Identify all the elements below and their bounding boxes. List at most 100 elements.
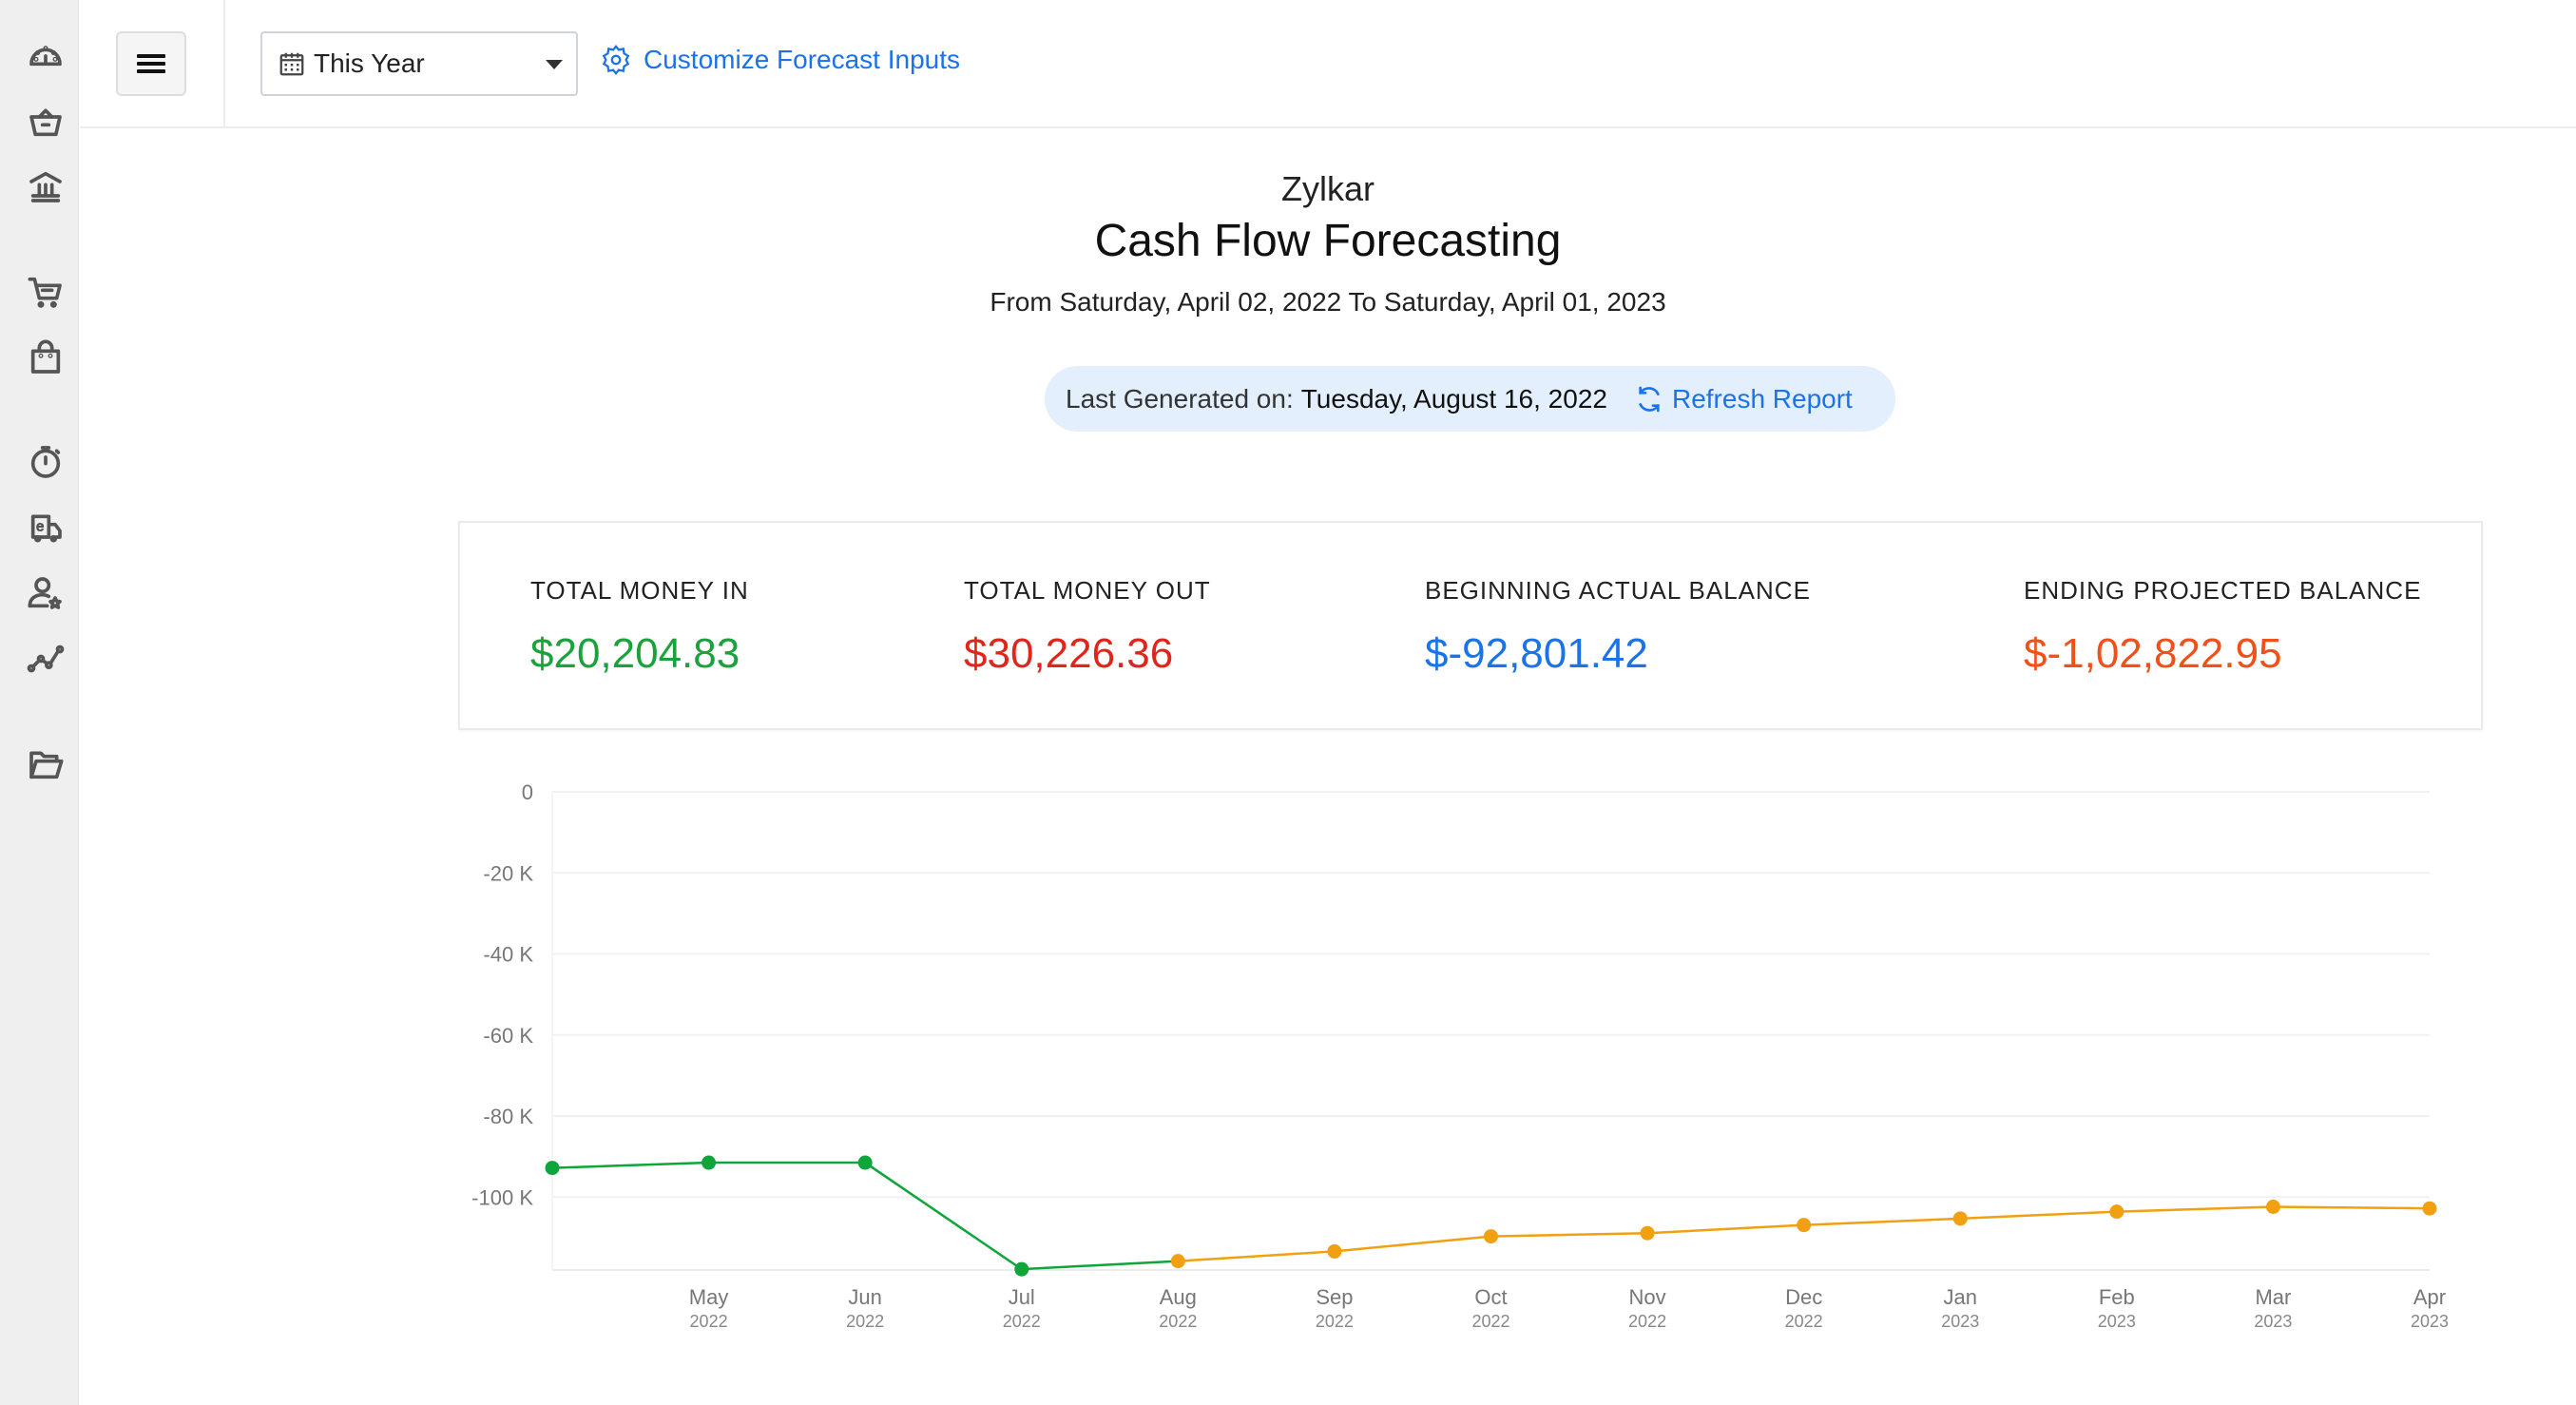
y-tick-label: -80 K	[483, 1105, 533, 1128]
x-tick-month: Aug	[1160, 1285, 1197, 1309]
series-line-actual	[551, 1161, 1179, 1271]
cart-icon	[28, 277, 62, 308]
report-date-range: From Saturday, April 02, 2022 To Saturda…	[990, 287, 1666, 317]
header-divider	[223, 0, 225, 128]
customize-forecast-inputs-label: Customize Forecast Inputs	[644, 45, 961, 74]
metric-total-money-in: TOTAL MONEY IN $20,204.83	[530, 576, 749, 678]
sidebar: e	[0, 0, 79, 1405]
line-chart-icon	[27, 645, 65, 673]
metric-label: TOTAL MONEY OUT	[964, 576, 1211, 605]
x-tick-year: 2022	[1471, 1312, 1509, 1331]
period-select-value: This Year	[314, 48, 425, 78]
data-point	[1640, 1225, 1655, 1241]
data-point	[702, 1155, 717, 1170]
svg-text:e: e	[36, 518, 44, 534]
top-toolbar: This Year Customize Forecast Inputs	[80, 0, 2576, 128]
metric-label: ENDING PROJECTED BALANCE	[2024, 576, 2422, 605]
x-tick-year: 2023	[2254, 1312, 2292, 1331]
x-tick-month: Dec	[1785, 1285, 1822, 1309]
gear-icon	[602, 45, 630, 75]
x-tick-month: Jul	[1009, 1285, 1035, 1309]
x-tick-month: May	[689, 1285, 729, 1309]
sidebar-item-items[interactable]	[23, 335, 68, 380]
basket-icon	[29, 108, 62, 137]
shopping-bag-icon	[30, 339, 61, 374]
sidebar-item-banking[interactable]	[23, 164, 68, 209]
x-tick-year: 2023	[2411, 1312, 2449, 1331]
sidebar-item-sales[interactable]	[23, 99, 68, 144]
y-tick-label: -20 K	[483, 861, 533, 885]
x-tick-year: 2022	[846, 1312, 884, 1331]
data-point	[2422, 1201, 2437, 1216]
customize-forecast-inputs-link[interactable]: Customize Forecast Inputs	[600, 44, 960, 76]
refresh-icon	[1639, 386, 1660, 412]
gauge-icon	[29, 46, 62, 67]
metric-label: TOTAL MONEY IN	[530, 576, 749, 605]
data-point	[1170, 1254, 1185, 1269]
x-tick-month: Mar	[2255, 1285, 2291, 1309]
data-point	[1797, 1218, 1812, 1233]
data-point	[857, 1155, 873, 1170]
metric-value: $20,204.83	[530, 630, 740, 677]
user-star-icon	[28, 577, 62, 609]
chevron-down-icon	[546, 60, 563, 69]
data-point	[1327, 1243, 1342, 1259]
data-point	[2265, 1200, 2280, 1215]
refresh-report-label: Refresh Report	[1671, 383, 1853, 414]
metric-value: $30,226.36	[964, 630, 1174, 677]
x-tick-month: Feb	[2099, 1285, 2135, 1309]
last-generated-date: Tuesday, August 16, 2022	[1300, 383, 1607, 414]
sidebar-item-accountant[interactable]	[23, 570, 68, 616]
y-tick-label: 0	[522, 780, 533, 804]
y-tick-label: -60 K	[483, 1024, 533, 1048]
calendar-icon	[278, 49, 306, 78]
metric-total-money-out: TOTAL MONEY OUT $30,226.36	[964, 576, 1211, 678]
data-point	[1014, 1261, 1029, 1277]
series-line-projected	[1178, 1205, 2431, 1262]
period-select[interactable]: This Year	[260, 31, 578, 96]
x-tick-year: 2022	[1785, 1312, 1823, 1331]
x-tick-month: Nov	[1629, 1285, 1666, 1309]
report-title: Cash Flow Forecasting	[1094, 216, 1562, 266]
x-tick-month: Oct	[1474, 1285, 1507, 1309]
metric-beginning-actual-balance: BEGINNING ACTUAL BALANCE $-92,801.42	[1425, 576, 1811, 678]
data-point	[1484, 1229, 1498, 1244]
data-point	[545, 1161, 560, 1176]
cash-flow-chart: 0 -20 K -40 K -60 K -80 K -100 K May 2022 Jun 202…	[437, 760, 2481, 1350]
x-tick-year: 2023	[1941, 1312, 1979, 1331]
metric-value: $-1,02,822.95	[2024, 630, 2282, 677]
hamburger-icon	[137, 54, 165, 73]
stopwatch-icon	[30, 446, 61, 478]
y-tick-label: -100 K	[471, 1185, 533, 1209]
x-tick-month: Jan	[1944, 1285, 1977, 1309]
bank-icon	[29, 171, 62, 202]
menu-toggle-button[interactable]	[116, 31, 186, 96]
folder-open-icon	[29, 751, 64, 779]
x-tick-month: Jun	[848, 1285, 881, 1309]
x-tick-month: Apr	[2413, 1285, 2446, 1309]
sidebar-item-dashboard[interactable]	[23, 33, 68, 79]
metric-label: BEGINNING ACTUAL BALANCE	[1425, 576, 1811, 605]
sidebar-item-time-tracking[interactable]	[23, 439, 68, 485]
metric-ending-projected-balance: ENDING PROJECTED BALANCE $-1,02,822.95	[2024, 576, 2421, 678]
y-tick-label: -40 K	[483, 943, 533, 967]
sidebar-item-purchases[interactable]	[23, 269, 68, 315]
x-tick-year: 2022	[1003, 1312, 1041, 1331]
company-name: Zylkar	[1281, 169, 1375, 208]
x-tick-year: 2022	[1628, 1312, 1666, 1331]
x-tick-year: 2022	[1316, 1312, 1354, 1331]
metric-value: $-92,801.42	[1425, 630, 1648, 677]
sidebar-item-e-way-bills[interactable]: e	[23, 505, 68, 550]
x-tick-year: 2022	[1159, 1312, 1197, 1331]
last-generated-label: Last Generated on:	[1066, 383, 1294, 414]
x-tick-month: Sep	[1316, 1285, 1353, 1309]
last-generated-banner: Last Generated on: Tuesday, August 16, 2…	[1045, 366, 1895, 432]
x-tick-year: 2022	[690, 1312, 728, 1331]
x-tick-year: 2023	[2098, 1312, 2136, 1331]
delivery-truck-icon: e	[30, 514, 62, 543]
sidebar-item-documents[interactable]	[23, 741, 68, 787]
data-point	[1952, 1211, 1968, 1226]
sidebar-item-reports[interactable]	[23, 636, 68, 682]
data-point	[2109, 1204, 2124, 1220]
refresh-report-button[interactable]: Refresh Report	[1634, 384, 1853, 414]
